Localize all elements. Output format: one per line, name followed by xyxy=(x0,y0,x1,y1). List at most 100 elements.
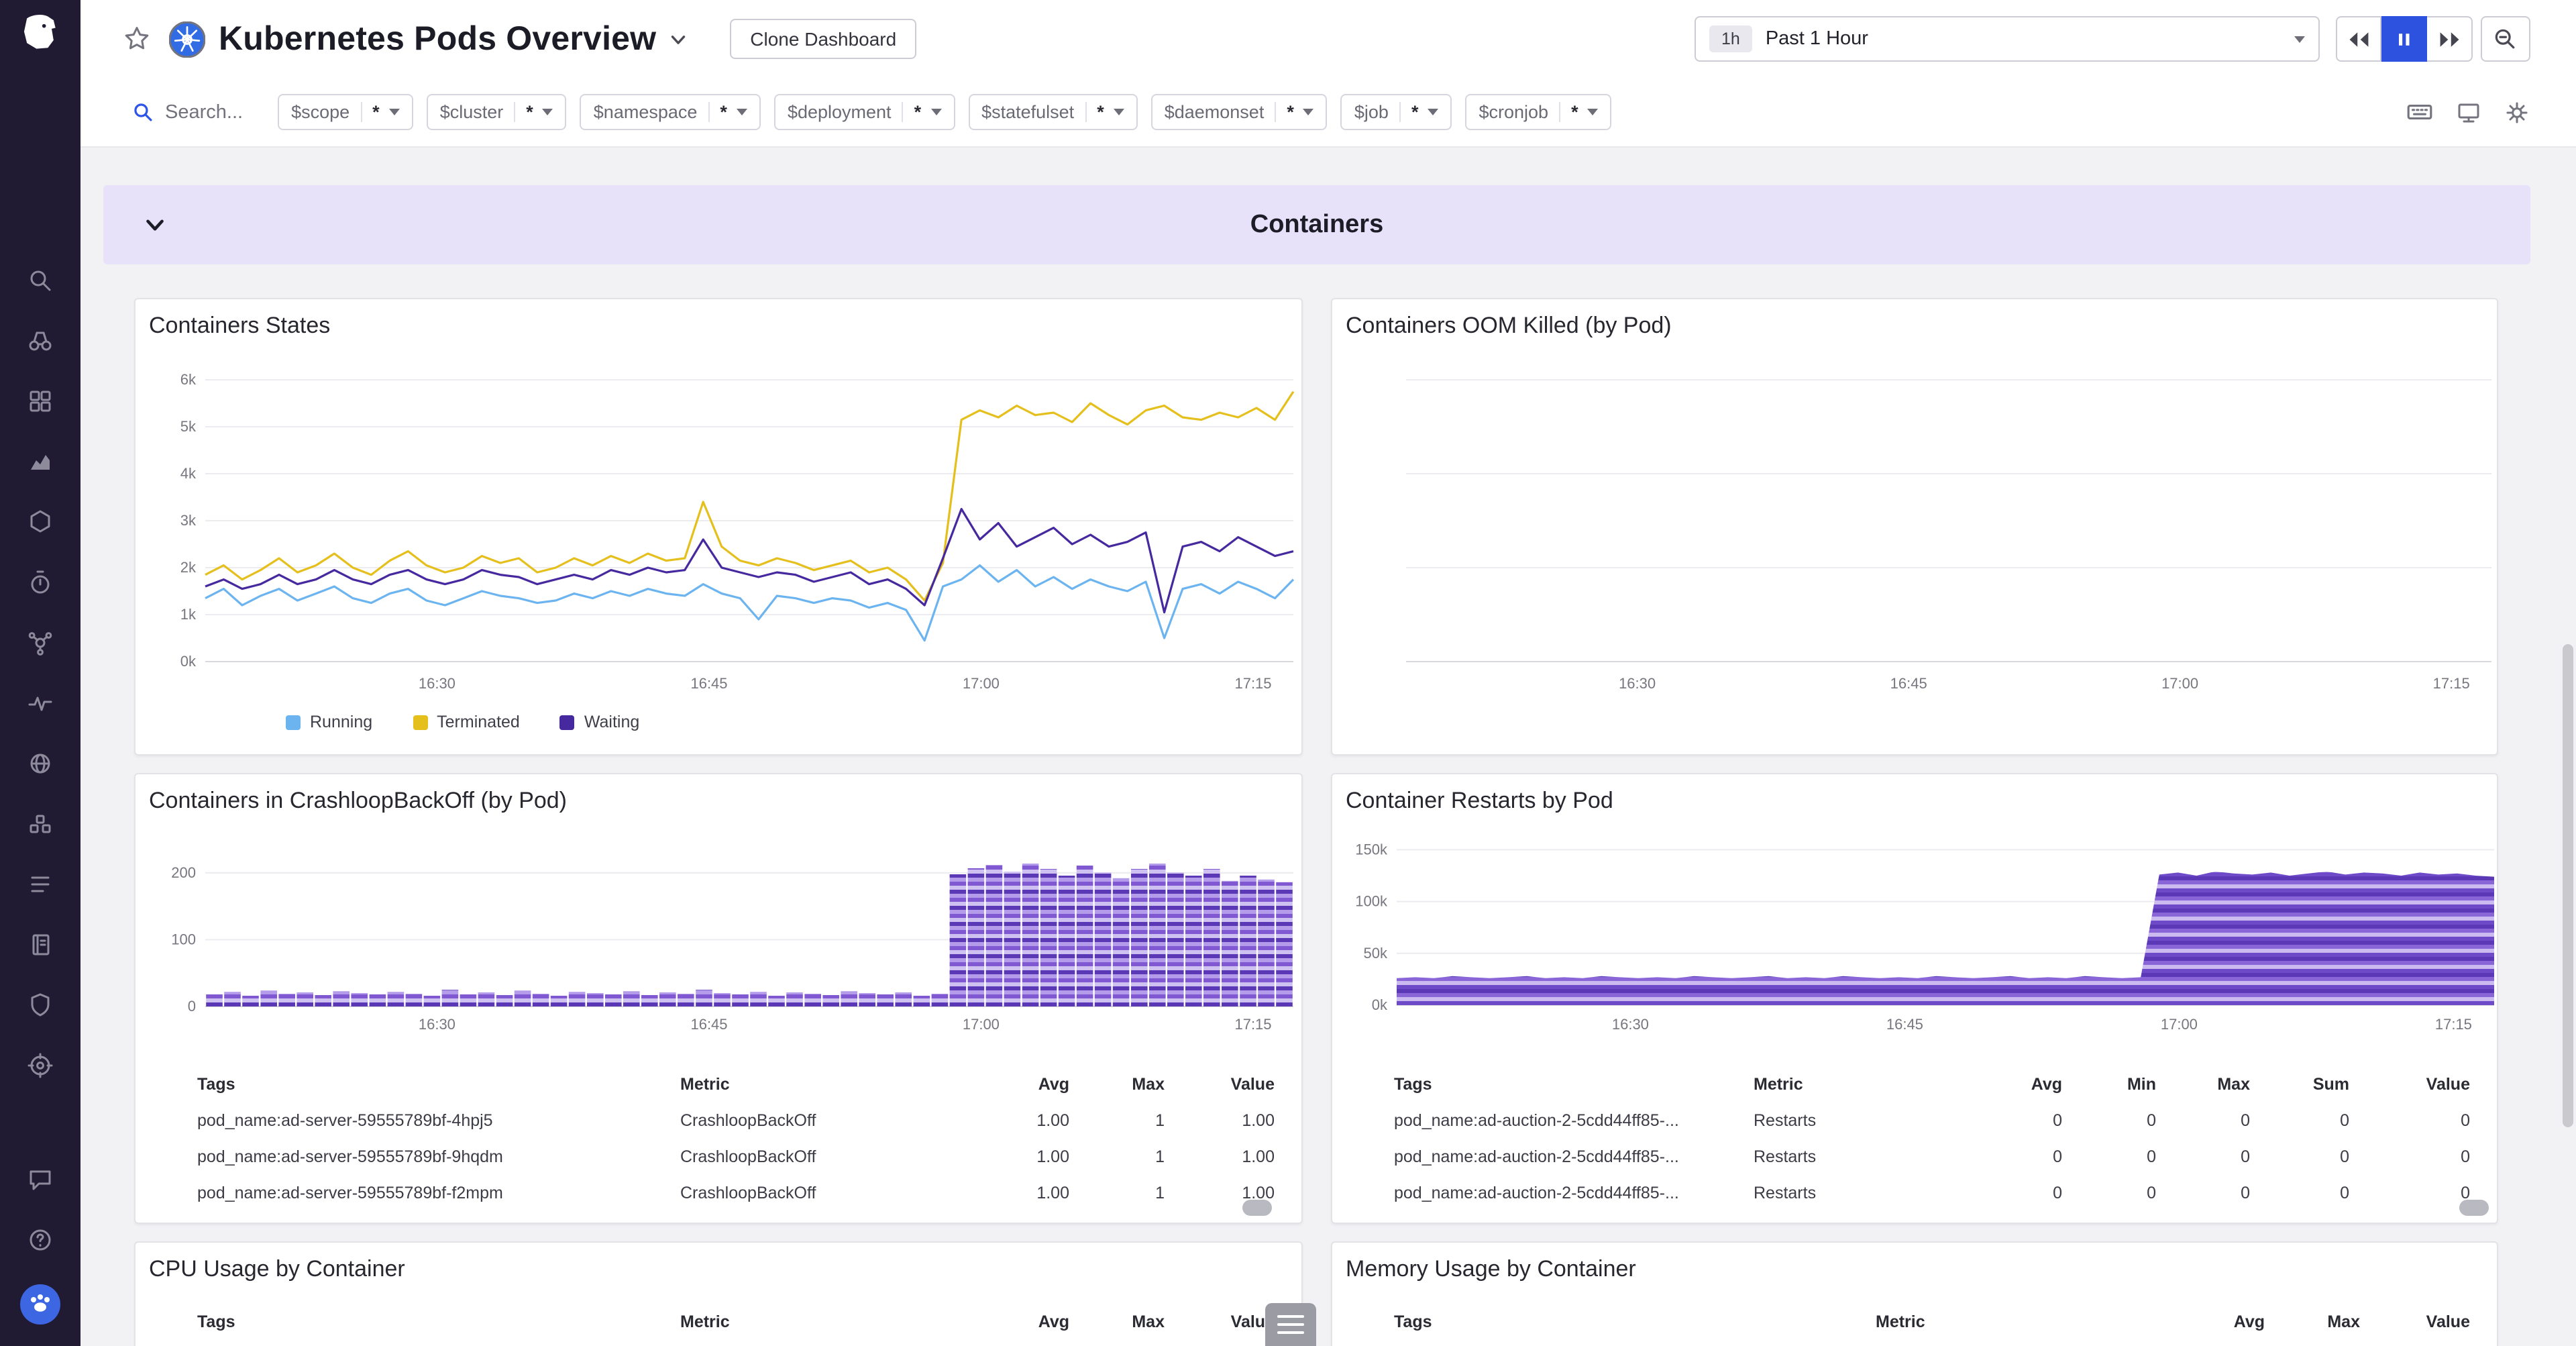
synthetics-icon[interactable] xyxy=(24,747,56,780)
legend-item-waiting[interactable]: Waiting xyxy=(560,713,639,731)
table-header-row: Tags Metric Avg Min Max Sum Value xyxy=(1332,1067,2497,1102)
panel-crashloopbackoff: Containers in CrashloopBackOff (by Pod) … xyxy=(134,773,1303,1224)
widget-drag-handle[interactable] xyxy=(1265,1303,1316,1346)
legend-item-terminated[interactable]: Terminated xyxy=(413,713,520,731)
svg-text:16:45: 16:45 xyxy=(1886,1016,1923,1033)
datadog-logo[interactable] xyxy=(17,11,63,56)
search-placeholder: Search... xyxy=(165,101,243,123)
security-icon[interactable] xyxy=(24,989,56,1021)
section-header-containers[interactable]: Containers xyxy=(103,185,2530,264)
table-row[interactable]: pod_name:ad-auction-2-656d888865... Rest… xyxy=(1332,1210,2497,1224)
variable-cronjob[interactable]: $cronjob* xyxy=(1465,94,1611,130)
table-row[interactable]: pod_name:ad-auction-2-5cdd44ff85-... Res… xyxy=(1332,1138,2497,1174)
monitors-icon[interactable] xyxy=(24,687,56,719)
svg-text:17:00: 17:00 xyxy=(963,1016,1000,1033)
panel-title: Containers in CrashloopBackOff (by Pod) xyxy=(149,788,567,815)
infrastructure-icon[interactable] xyxy=(24,506,56,538)
svg-text:3k: 3k xyxy=(180,512,197,529)
svg-text:5k: 5k xyxy=(180,418,197,435)
svg-text:17:15: 17:15 xyxy=(1234,675,1271,692)
variable-daemonset[interactable]: $daemonset* xyxy=(1151,94,1328,130)
svg-text:17:00: 17:00 xyxy=(2161,1016,2198,1033)
containers-states-chart[interactable]: 0k1k2k3k4k5k6k16:3016:4517:0017:15 xyxy=(136,364,1303,696)
chevron-down-icon xyxy=(930,109,941,115)
table-row[interactable]: pod_name:ad-server-59555789bf-mmv62 Cras… xyxy=(136,1210,1301,1224)
sidebar-nav xyxy=(0,264,80,1082)
svg-text:16:30: 16:30 xyxy=(1619,675,1656,692)
metrics-icon[interactable] xyxy=(24,446,56,478)
panel-oom-killed: Containers OOM Killed (by Pod) 16:30 16:4… xyxy=(1331,298,2498,756)
svg-text:0: 0 xyxy=(188,998,196,1015)
time-backward-button[interactable] xyxy=(2336,16,2381,62)
pause-button[interactable] xyxy=(2381,16,2427,62)
notebooks-icon[interactable] xyxy=(24,929,56,961)
clone-dashboard-button[interactable]: Clone Dashboard xyxy=(730,19,916,59)
crashloop-bar-chart[interactable]: 010020016:3016:4517:0017:15 xyxy=(136,849,1303,1037)
svg-text:16:45: 16:45 xyxy=(690,675,727,692)
panel-cpu-usage: CPU Usage by Container Tags Metric Avg M… xyxy=(134,1241,1303,1346)
help-icon[interactable] xyxy=(24,1224,56,1256)
zoom-out-button[interactable] xyxy=(2481,16,2530,62)
svg-text:100k: 100k xyxy=(1355,893,1388,910)
integrations-icon[interactable] xyxy=(24,808,56,840)
legend-item-running[interactable]: Running xyxy=(286,713,372,731)
support-chat-icon[interactable] xyxy=(24,1163,56,1196)
variable-scope[interactable]: $scope* xyxy=(278,94,413,130)
table-row[interactable]: pod_name:ad-auction-2-5cdd44ff85-... Res… xyxy=(1332,1174,2497,1210)
svg-text:200: 200 xyxy=(171,864,196,881)
table-header-row: Tags Metric Avg Max Value xyxy=(136,1067,1301,1102)
table-row[interactable]: pod_name:ad-auction-2-5cdd44ff85-... Res… xyxy=(1332,1102,2497,1138)
variable-cluster[interactable]: $cluster* xyxy=(427,94,567,130)
panel-title: Memory Usage by Container xyxy=(1346,1256,1636,1283)
table-scrollbar-thumb[interactable] xyxy=(1242,1200,1272,1216)
panel-container-restarts: Container Restarts by Pod 0k50k100k150k1… xyxy=(1331,773,2498,1224)
search-nav-icon[interactable] xyxy=(24,264,56,297)
time-forward-button[interactable] xyxy=(2427,16,2473,62)
svg-text:16:45: 16:45 xyxy=(1890,675,1927,692)
svg-text:17:15: 17:15 xyxy=(1234,1016,1271,1033)
favorite-star-icon[interactable] xyxy=(123,25,150,52)
svg-text:16:30: 16:30 xyxy=(1612,1016,1649,1033)
rum-icon[interactable] xyxy=(24,1049,56,1082)
watchdog-icon[interactable] xyxy=(24,325,56,357)
table-row[interactable]: pod_name:ad-server-59555789bf-4hpj5 Cras… xyxy=(136,1102,1301,1138)
user-avatar[interactable] xyxy=(20,1284,60,1325)
crashloop-table: Tags Metric Avg Max Value pod_name:ad-se… xyxy=(136,1067,1301,1224)
memory-table: Tags Metric Avg Max Value xyxy=(1332,1304,2497,1339)
kubernetes-logo-icon xyxy=(169,21,205,57)
tv-mode-icon[interactable] xyxy=(2455,99,2482,125)
svg-text:1k: 1k xyxy=(180,606,197,623)
dashboards-icon[interactable] xyxy=(24,385,56,417)
chart-legend: Running Terminated Waiting xyxy=(286,713,639,731)
variable-deployment[interactable]: $deployment* xyxy=(774,94,955,130)
search-input[interactable]: Search... xyxy=(131,101,243,123)
restarts-area-chart[interactable]: 0k50k100k150k16:3016:4517:0017:15 xyxy=(1332,828,2498,1037)
keyboard-shortcuts-icon[interactable] xyxy=(2406,98,2434,126)
apm-icon[interactable] xyxy=(24,566,56,599)
table-scrollbar-thumb[interactable] xyxy=(2459,1200,2489,1216)
logs-icon[interactable] xyxy=(24,868,56,900)
time-range-picker[interactable]: 1h Past 1 Hour xyxy=(1695,16,2320,62)
topbar: Kubernetes Pods Overview Clone Dashboard… xyxy=(80,0,2576,78)
svg-text:16:30: 16:30 xyxy=(419,675,455,692)
table-row[interactable]: pod_name:ad-server-59555789bf-f2mpm Cras… xyxy=(136,1174,1301,1210)
chevron-down-icon xyxy=(389,109,400,115)
section-collapse-chevron-icon[interactable] xyxy=(141,211,169,246)
variable-namespace[interactable]: $namespace* xyxy=(580,94,761,130)
title-chevron-down-icon[interactable] xyxy=(667,28,690,50)
section-title: Containers xyxy=(1250,210,1384,240)
table-row[interactable]: pod_name:ad-server-59555789bf-9hqdm Cras… xyxy=(136,1138,1301,1174)
variable-job[interactable]: $job* xyxy=(1341,94,1452,130)
cpu-table: Tags Metric Avg Max Value xyxy=(136,1304,1301,1339)
panel-title: Containers OOM Killed (by Pod) xyxy=(1346,313,1672,340)
time-range-label: Past 1 Hour xyxy=(1766,28,1868,50)
svg-text:0k: 0k xyxy=(180,653,197,670)
svg-text:150k: 150k xyxy=(1355,841,1388,858)
service-map-icon[interactable] xyxy=(24,627,56,659)
page-scrollbar-thumb[interactable] xyxy=(2563,644,2573,1127)
settings-gear-icon[interactable] xyxy=(2504,99,2530,125)
table-header-row: Tags Metric Avg Max Value xyxy=(136,1304,1301,1339)
table-header-row: Tags Metric Avg Max Value xyxy=(1332,1304,2497,1339)
variable-statefulset[interactable]: $statefulset* xyxy=(968,94,1138,130)
oom-killed-chart[interactable]: 16:3016:4517:0017:15 xyxy=(1332,364,2498,696)
